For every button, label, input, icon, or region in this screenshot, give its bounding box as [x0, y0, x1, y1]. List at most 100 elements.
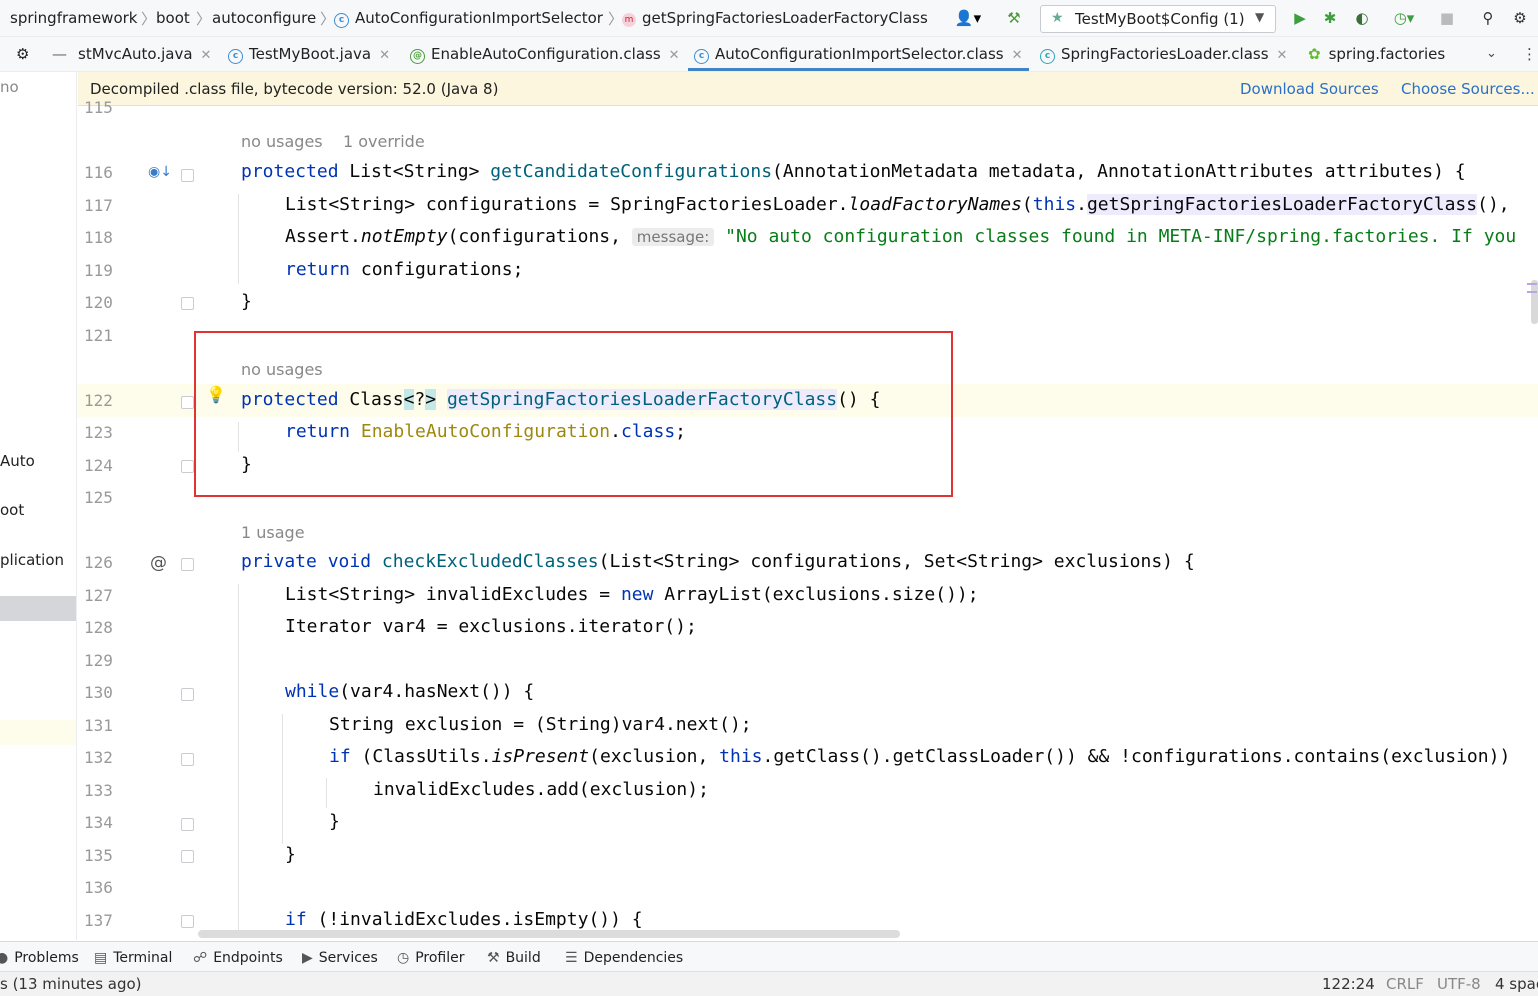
build-button[interactable]: ⚒ Build	[487, 950, 541, 966]
line-number: 118	[84, 228, 113, 247]
breadcrumb-class[interactable]: c AutoConfigurationImportSelector	[334, 9, 603, 28]
tab-enableautoconfiguration[interactable]: @ EnableAutoConfiguration.class ✕	[410, 37, 680, 71]
coverage-icon[interactable]: ◐	[1352, 8, 1372, 28]
fold-marker-icon[interactable]	[181, 460, 194, 473]
annotation-icon[interactable]: @	[150, 553, 167, 573]
tab-stmvcauto[interactable]: stMvcAuto.java ✕	[78, 37, 211, 71]
endpoints-button[interactable]: ☍ Endpoints	[193, 950, 283, 966]
code-line[interactable]: protected List<String> getCandidateConfi…	[241, 161, 1466, 182]
breadcrumb-autoconfigure[interactable]: autoconfigure	[212, 9, 316, 27]
scroll-marker	[1527, 291, 1537, 293]
line-number: 116	[84, 163, 113, 182]
tree-current-row[interactable]	[0, 720, 76, 745]
code-line[interactable]: return configurations;	[285, 259, 523, 280]
tree-item[interactable]: plication	[0, 551, 64, 569]
fold-marker-icon[interactable]	[181, 753, 194, 766]
parameter-hint: message:	[631, 228, 715, 246]
fold-marker-icon[interactable]	[181, 297, 194, 310]
code-line[interactable]: String exclusion = (String)var4.next();	[329, 714, 752, 735]
debug-icon[interactable]: ✱	[1320, 8, 1340, 28]
fold-marker-icon[interactable]	[181, 558, 194, 571]
usage-hint[interactable]: no usages 1 override	[241, 132, 425, 151]
tree-item[interactable]: oot	[0, 501, 24, 519]
indent-setting[interactable]: 4 spac	[1495, 975, 1538, 993]
close-icon[interactable]: ✕	[379, 48, 390, 63]
search-icon[interactable]: ⚲	[1478, 8, 1498, 28]
gear-icon[interactable]: ⚙	[16, 37, 29, 71]
horizontal-scrollbar[interactable]	[198, 930, 900, 938]
fold-marker-icon[interactable]	[181, 818, 194, 831]
tab-spring-factories[interactable]: ✿ spring.factories	[1308, 37, 1445, 71]
tab-autoconfigurationimportselector[interactable]: c AutoConfigurationImportSelector.class ✕	[688, 37, 1029, 71]
download-sources-link[interactable]: Download Sources	[1240, 80, 1379, 98]
fold-marker-icon[interactable]	[181, 688, 194, 701]
close-icon[interactable]: ✕	[1012, 48, 1023, 63]
code-token: this	[1032, 194, 1077, 215]
fold-marker-icon[interactable]	[181, 396, 194, 409]
class-icon: c	[334, 13, 349, 28]
tree-selection[interactable]	[0, 596, 76, 621]
code-token: List<String>	[338, 161, 491, 182]
code-line[interactable]: if (!invalidExcludes.isEmpty()) {	[285, 909, 643, 930]
tab-springfactoriesloader[interactable]: c SpringFactoriesLoader.class ✕	[1040, 37, 1287, 71]
breadcrumb-springframework[interactable]: springframework	[10, 9, 137, 27]
breadcrumb-method[interactable]: m getSpringFactoriesLoaderFactoryClass	[622, 9, 928, 27]
code-token: if	[285, 909, 307, 930]
fold-marker-icon[interactable]	[181, 850, 194, 863]
code-line[interactable]: private void checkExcludedClasses(List<S…	[241, 551, 1195, 572]
build-hammer-icon: ⚒	[487, 950, 500, 966]
code-line[interactable]: }	[241, 291, 252, 312]
tree-item[interactable]: no	[0, 78, 19, 96]
breadcrumb-boot[interactable]: boot	[156, 9, 190, 27]
fold-marker-icon[interactable]	[181, 915, 194, 928]
services-button[interactable]: ▶ Services	[302, 950, 378, 966]
close-icon[interactable]: ✕	[669, 48, 680, 63]
user-icon[interactable]: 👤▾	[952, 8, 984, 28]
terminal-button[interactable]: ▤ Terminal	[94, 950, 172, 966]
code-line[interactable]: List<String> configurations = SpringFact…	[285, 194, 1520, 215]
stop-icon[interactable]: ■	[1437, 8, 1457, 28]
code-line[interactable]: while(var4.hasNext()) {	[285, 681, 534, 702]
chevron-down-icon[interactable]: ⌄	[1486, 37, 1497, 71]
vertical-scrollbar[interactable]	[1531, 280, 1538, 324]
fold-marker-icon[interactable]	[181, 169, 194, 182]
tab-testmyboot[interactable]: c TestMyBoot.java ✕	[228, 37, 390, 71]
code-line[interactable]: Iterator var4 = exclusions.iterator();	[285, 616, 697, 637]
endpoints-icon: ☍	[193, 950, 208, 966]
code-token: new	[620, 584, 654, 605]
problems-button[interactable]: ● Problems	[0, 950, 79, 966]
code-line[interactable]: Assert.notEmpty(configurations, message:…	[285, 226, 1516, 247]
minimize-icon[interactable]: —	[52, 37, 67, 71]
usage-hint[interactable]: 1 usage	[241, 523, 305, 542]
run-configuration-select[interactable]: ★ TestMyBoot$Config (1) ▼	[1040, 5, 1276, 33]
code-line[interactable]: }	[329, 811, 340, 832]
file-encoding[interactable]: UTF-8	[1437, 975, 1481, 993]
code-line[interactable]: }	[285, 844, 296, 865]
status-message[interactable]: s (13 minutes ago)	[0, 975, 142, 993]
caret-position[interactable]: 122:24	[1322, 975, 1375, 993]
code-line[interactable]: if (ClassUtils.isPresent(exclusion, this…	[329, 746, 1510, 767]
tab-label: SpringFactoriesLoader.class	[1061, 45, 1269, 63]
code-token: .getClass().getClassLoader()) && !config…	[762, 746, 1511, 767]
dependencies-button[interactable]: ☰ Dependencies	[565, 950, 683, 966]
method-icon: m	[622, 13, 636, 27]
choose-sources-link[interactable]: Choose Sources...	[1401, 80, 1535, 98]
profiler-button[interactable]: ◷ Profiler	[397, 950, 465, 966]
settings-icon[interactable]: ⚙	[1510, 8, 1530, 28]
close-icon[interactable]: ✕	[1277, 48, 1288, 63]
usage-hint-text: no usages	[241, 132, 323, 151]
more-vertical-icon[interactable]: ⋮	[1522, 37, 1537, 71]
code-line[interactable]: invalidExcludes.add(exclusion);	[373, 779, 709, 800]
close-icon[interactable]: ✕	[201, 48, 212, 63]
line-number: 127	[84, 586, 113, 605]
code-line[interactable]: List<String> invalidExcludes = new Array…	[285, 584, 979, 605]
tree-item[interactable]: Auto	[0, 452, 35, 470]
run-icon[interactable]: ▶	[1290, 8, 1310, 28]
code-token: return	[285, 259, 351, 280]
overridden-method-icon[interactable]: ◉↓	[148, 164, 172, 180]
breadcrumb-class-label: AutoConfigurationImportSelector	[355, 9, 603, 27]
build-hammer-icon[interactable]: ⚒	[1004, 8, 1024, 28]
chevron-down-icon: ▼	[1255, 10, 1265, 24]
profile-icon[interactable]: ◷▾	[1386, 8, 1422, 28]
line-separator[interactable]: CRLF	[1386, 975, 1424, 993]
